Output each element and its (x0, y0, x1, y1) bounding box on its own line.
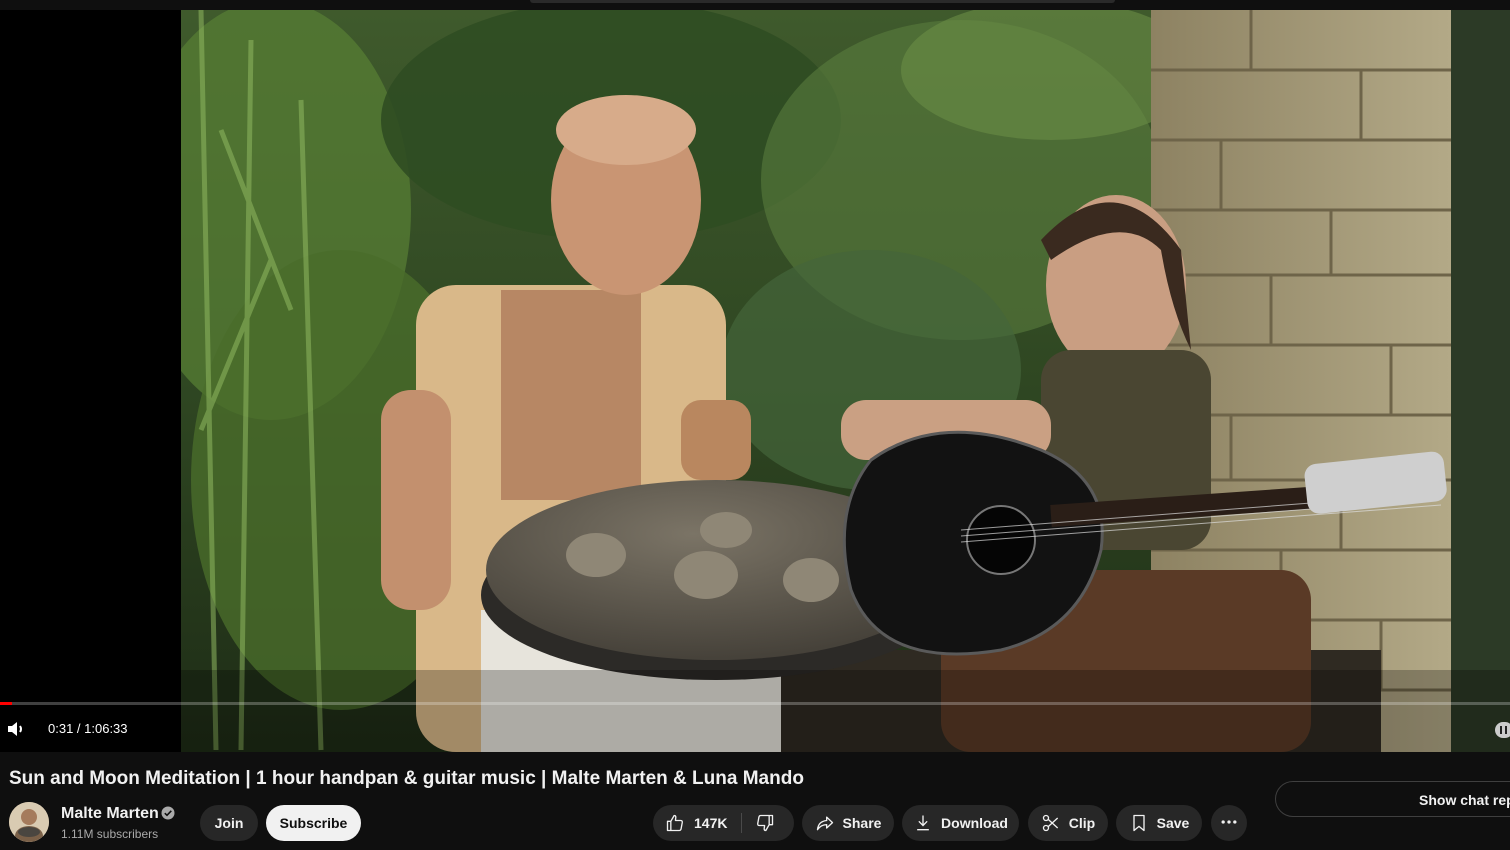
video-still-image (181, 10, 1510, 752)
download-label: Download (941, 815, 1008, 831)
more-horizontal-icon (1219, 812, 1239, 835)
thumbs-down-icon (755, 813, 775, 833)
pause-icon[interactable] (1495, 722, 1510, 738)
share-button[interactable]: Share (802, 805, 894, 841)
like-count: 147K (694, 815, 728, 831)
share-arrow-icon (815, 813, 835, 833)
video-player[interactable]: 0:31 / 1:06:33 (0, 0, 1510, 752)
video-frame[interactable] (181, 10, 1510, 752)
more-actions-button[interactable] (1211, 805, 1247, 841)
subscriber-count: 1.11M subscribers (61, 827, 159, 841)
subscribe-label: Subscribe (279, 815, 348, 831)
thumbs-up-icon (665, 813, 685, 833)
subscribe-button[interactable]: Subscribe (266, 805, 361, 841)
like-dislike-group: 147K (653, 805, 794, 841)
save-label: Save (1156, 815, 1190, 831)
player-controls: 0:31 / 1:06:33 (0, 705, 1510, 752)
bookmark-icon (1129, 813, 1149, 833)
channel-name[interactable]: Malte Marten (61, 805, 159, 823)
like-button[interactable]: 147K (653, 805, 741, 841)
join-label: Join (214, 815, 244, 831)
masthead-edge (0, 0, 1510, 10)
clip-button[interactable]: Clip (1028, 805, 1108, 841)
download-button[interactable]: Download (902, 805, 1019, 841)
time-display: 0:31 / 1:06:33 (48, 721, 128, 736)
show-chat-replay-label: Show chat replay (1419, 792, 1510, 808)
avatar[interactable] (9, 802, 49, 842)
verified-check-icon (161, 806, 175, 820)
video-title: Sun and Moon Meditation | 1 hour handpan… (9, 768, 804, 789)
clip-label: Clip (1068, 815, 1096, 831)
download-icon (913, 813, 933, 833)
volume-icon[interactable] (4, 717, 30, 741)
save-button[interactable]: Save (1116, 805, 1202, 841)
join-button[interactable]: Join (200, 805, 258, 841)
dislike-button[interactable] (742, 805, 794, 841)
share-label: Share (842, 815, 882, 831)
show-chat-replay-button[interactable]: Show chat replay (1275, 781, 1510, 817)
scissors-icon (1041, 813, 1061, 833)
